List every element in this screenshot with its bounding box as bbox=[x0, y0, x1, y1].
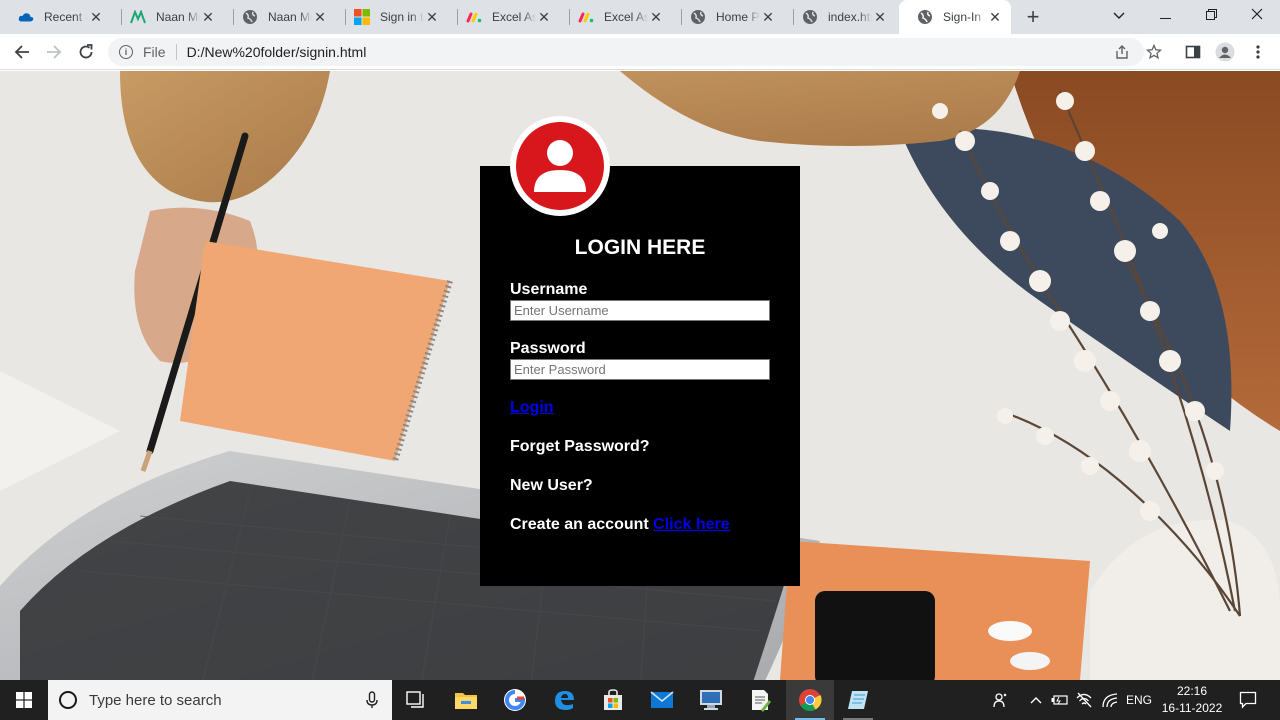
close-tab-icon[interactable]: ✕ bbox=[312, 9, 328, 26]
click-here-link[interactable]: Click here bbox=[653, 516, 729, 533]
tab-naan-mudhalvan-1[interactable]: Naan Mudhalvan ✕ bbox=[112, 0, 224, 34]
notification-center-icon[interactable] bbox=[1238, 690, 1258, 710]
restore-button[interactable] bbox=[1188, 0, 1234, 34]
tab-sign-in-microsoft[interactable]: Sign in to your account ✕ bbox=[336, 0, 448, 34]
file-explorer-icon[interactable] bbox=[442, 680, 490, 720]
microphone-icon[interactable] bbox=[366, 691, 378, 713]
taskbar-search-box[interactable]: Type here to search bbox=[48, 680, 392, 720]
minimize-button[interactable] bbox=[1142, 0, 1188, 34]
create-account-text: Create an account bbox=[510, 516, 649, 533]
battery-icon[interactable] bbox=[1050, 690, 1070, 710]
close-tab-icon[interactable]: ✕ bbox=[200, 9, 216, 26]
monday-icon bbox=[578, 9, 594, 25]
login-link[interactable]: Login bbox=[510, 399, 554, 417]
tab-search-button[interactable] bbox=[1096, 0, 1142, 34]
browser-toolbar: i File D:/New%20folder/signin.html bbox=[0, 34, 1280, 70]
language-indicator[interactable]: ENG bbox=[1124, 690, 1154, 710]
tab-excel-assignment-1[interactable]: Excel Assignment ✕ bbox=[448, 0, 560, 34]
globe-icon bbox=[917, 9, 933, 25]
network-off-icon[interactable] bbox=[1074, 690, 1094, 710]
clock-date: 16-11-2022 bbox=[1161, 701, 1223, 715]
notes-app-icon[interactable] bbox=[834, 680, 882, 720]
back-button[interactable] bbox=[10, 40, 34, 64]
bookmark-star-icon[interactable] bbox=[1142, 40, 1166, 64]
people-icon[interactable] bbox=[990, 690, 1010, 710]
username-label: Username bbox=[510, 281, 588, 298]
notepad-plus-icon[interactable] bbox=[736, 680, 784, 720]
clock-time: 22:16 bbox=[1176, 684, 1208, 698]
chrome-menu-icon[interactable] bbox=[1246, 40, 1270, 64]
scheme-label: File bbox=[143, 44, 166, 60]
new-user-text: New User? bbox=[510, 477, 593, 494]
google-chrome-shortcut-icon[interactable] bbox=[491, 680, 539, 720]
task-view-button[interactable] bbox=[392, 680, 440, 720]
username-input[interactable] bbox=[510, 300, 770, 321]
close-tab-icon[interactable]: ✕ bbox=[424, 9, 440, 26]
microsoft-icon bbox=[354, 9, 370, 25]
tab-excel-assignment-2[interactable]: Excel Assignment ✕ bbox=[560, 0, 672, 34]
tab-home-page[interactable]: Home Page ✕ bbox=[672, 0, 784, 34]
onedrive-icon bbox=[18, 9, 34, 25]
globe-icon bbox=[690, 9, 706, 25]
tab-onedrive[interactable]: Recent - OneDrive ✕ bbox=[0, 0, 112, 34]
close-tab-icon[interactable]: ✕ bbox=[88, 9, 104, 26]
edge-icon[interactable] bbox=[540, 680, 588, 720]
system-clock[interactable]: 22:16 16-11-2022 bbox=[1158, 683, 1226, 717]
close-window-button[interactable] bbox=[1234, 0, 1280, 34]
monday-icon bbox=[466, 9, 482, 25]
new-tab-button[interactable]: + bbox=[1021, 6, 1045, 28]
globe-icon bbox=[802, 9, 818, 25]
tab-sign-in[interactable]: Sign-In ✕ bbox=[899, 0, 1011, 34]
close-tab-icon[interactable]: ✕ bbox=[760, 9, 776, 26]
profile-avatar-icon[interactable] bbox=[1213, 40, 1237, 64]
info-icon[interactable]: i bbox=[119, 45, 133, 59]
login-panel: LOGIN HERE Username Password Login Forge… bbox=[480, 166, 800, 586]
windows-taskbar: Type here to search ENG 22:16 16-11-2022 bbox=[0, 680, 1280, 720]
start-button[interactable] bbox=[0, 680, 48, 720]
taskbar-search-placeholder: Type here to search bbox=[89, 691, 222, 709]
close-tab-icon[interactable]: ✕ bbox=[987, 9, 1003, 26]
share-icon[interactable] bbox=[1112, 42, 1132, 62]
mail-icon[interactable] bbox=[638, 680, 686, 720]
close-tab-icon[interactable]: ✕ bbox=[872, 9, 888, 26]
show-hidden-icons-icon[interactable] bbox=[1026, 690, 1046, 710]
browser-tab-strip: Recent - OneDrive ✕ Naan Mudhalvan ✕ Naa… bbox=[0, 0, 1280, 34]
password-label: Password bbox=[510, 340, 586, 357]
address-bar[interactable]: i File D:/New%20folder/signin.html bbox=[108, 38, 1144, 66]
forward-button[interactable] bbox=[42, 40, 66, 64]
globe-icon bbox=[242, 9, 258, 25]
cortana-search-icon bbox=[59, 691, 77, 709]
windows-logo-icon bbox=[16, 692, 32, 708]
password-input[interactable] bbox=[510, 359, 770, 380]
close-tab-icon[interactable]: ✕ bbox=[536, 9, 552, 26]
microsoft-store-icon[interactable] bbox=[589, 680, 637, 720]
url-text[interactable]: D:/New%20folder/signin.html bbox=[187, 44, 367, 60]
page-viewport: LOGIN HERE Username Password Login Forge… bbox=[0, 71, 1280, 680]
user-avatar-icon bbox=[516, 122, 604, 210]
forget-password-text[interactable]: Forget Password? bbox=[510, 438, 650, 456]
close-tab-icon[interactable]: ✕ bbox=[648, 9, 664, 26]
side-panel-icon[interactable] bbox=[1181, 40, 1205, 64]
tab-naan-mudhalvan-2[interactable]: Naan Mudhalvan ✕ bbox=[224, 0, 336, 34]
login-title: LOGIN HERE bbox=[574, 236, 706, 259]
remote-desktop-icon[interactable] bbox=[687, 680, 735, 720]
chrome-taskbar-icon[interactable] bbox=[786, 680, 834, 720]
reload-button[interactable] bbox=[74, 40, 98, 64]
naan-mudhalvan-icon bbox=[130, 9, 146, 25]
tab-index-html[interactable]: index.html ✕ bbox=[784, 0, 896, 34]
user-avatar bbox=[510, 116, 610, 216]
create-account-row: Create an account Click here bbox=[510, 516, 730, 534]
wifi-icon[interactable] bbox=[1100, 690, 1120, 710]
